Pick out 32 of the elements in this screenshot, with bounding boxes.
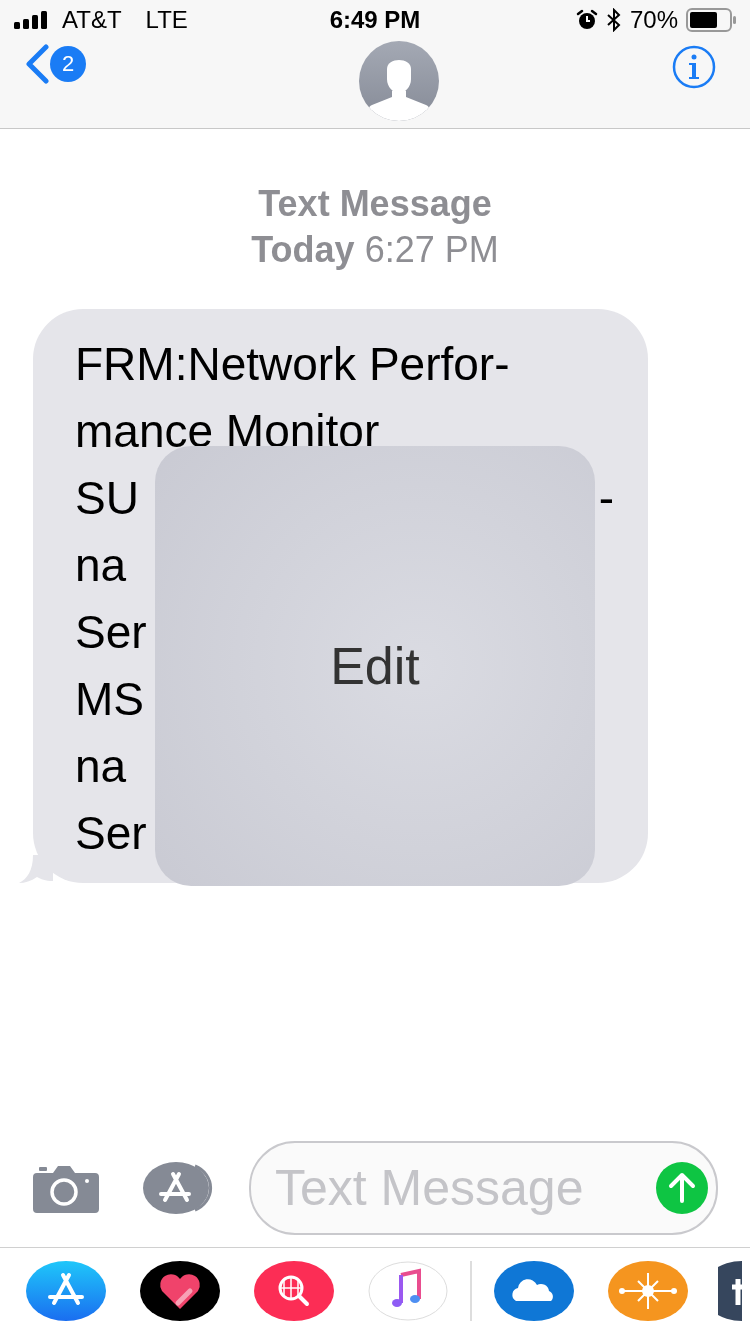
message-text: Ser [75,806,147,861]
edit-menu[interactable]: Edit [155,446,595,886]
thread-title: Text Message [258,183,492,225]
battery-percentage: 70% [629,6,678,34]
message-text: na [75,538,127,593]
hub-icon[interactable] [608,1261,688,1321]
info-icon[interactable] [672,45,716,89]
camera-icon[interactable] [33,1163,99,1213]
cloud-icon[interactable] [494,1261,574,1321]
message-text: - [598,471,614,526]
message-text: FRM:Network Perfor- [75,337,510,392]
message-text: na [75,739,127,794]
alarm-icon [575,9,598,31]
app-store-icon[interactable] [26,1261,106,1321]
back-button[interactable]: 2 [24,44,86,84]
clock-time: 6:49 PM [329,6,421,34]
unread-count-badge: 2 [50,46,86,82]
chevron-left-icon [24,44,50,84]
send-icon[interactable] [656,1162,708,1214]
message-timestamp: Today 6:27 PM [251,229,499,271]
music-note-icon[interactable] [368,1261,448,1321]
message-text: SU [75,471,139,526]
message-text: MS [75,672,144,727]
bluetooth-icon [605,8,622,32]
carrier-name: AT&T [62,6,122,34]
globe-search-icon[interactable] [254,1261,334,1321]
network-type: LTE [145,6,188,34]
message-text: Ser [75,605,147,660]
app-store-icon[interactable] [143,1162,215,1214]
battery-icon [686,8,736,32]
tumblr-icon[interactable] [718,1261,742,1321]
contact-avatar-icon[interactable] [359,41,439,121]
